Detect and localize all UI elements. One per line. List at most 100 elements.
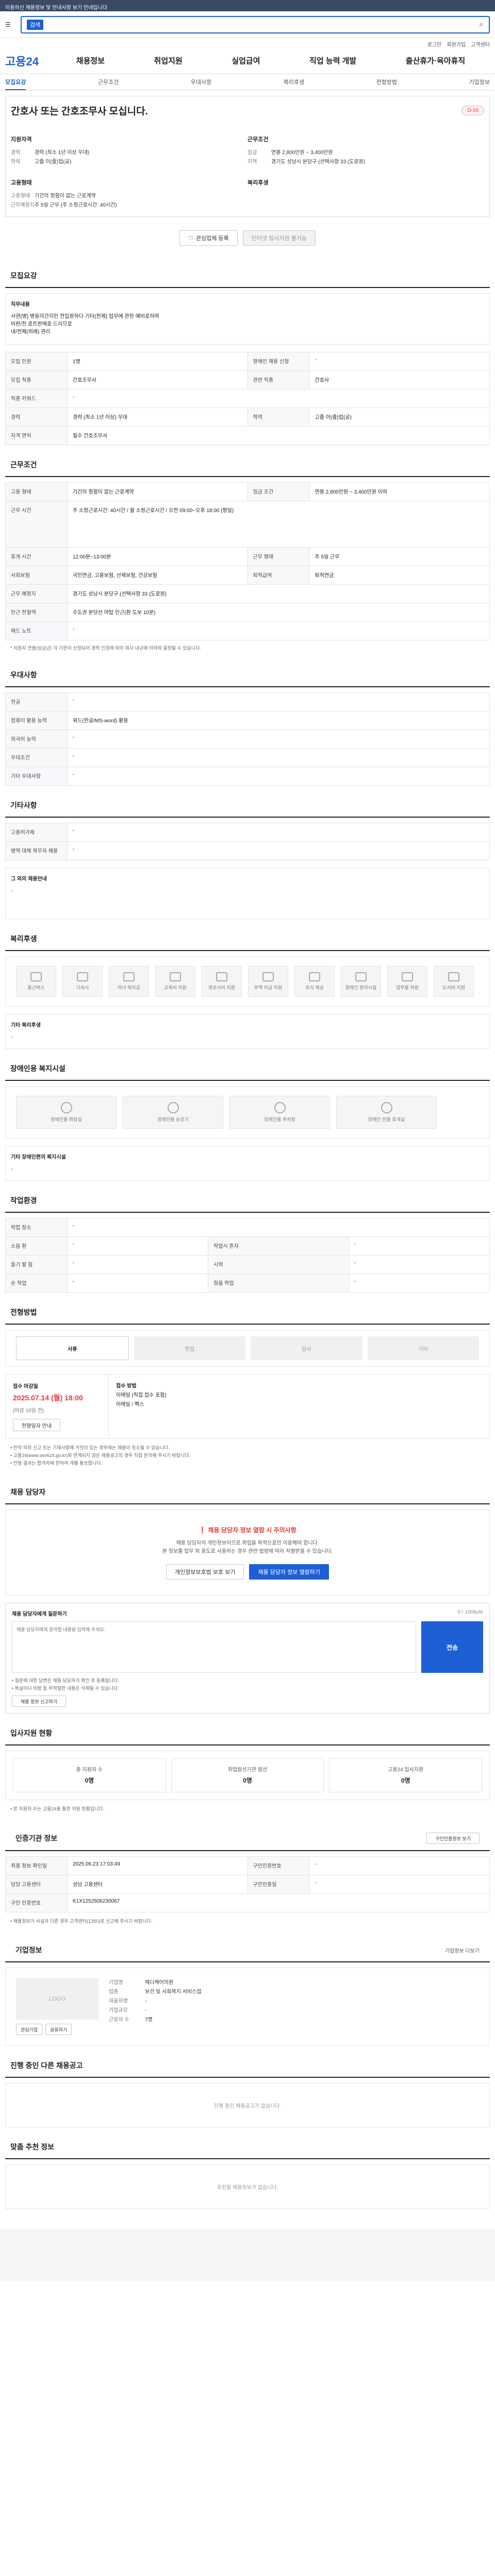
recruit-desc-line: 내/전체(외래) 관리 <box>11 329 51 335</box>
table-row: 외국어 능력 - <box>5 730 490 749</box>
disabled-item: 장애인 전용 휴게실 <box>336 1096 437 1129</box>
step-interview: 면접 <box>134 1336 245 1360</box>
table-key: 병역 대체 복무자 채용 <box>5 841 68 860</box>
menu-item-training[interactable]: 직업 능력 개발 <box>309 55 356 66</box>
prefer-table: 전공 - 컴퓨터 활용 능력 워드(한글/MS-word) 활용 외국어 능력 - 우… <box>5 692 490 786</box>
table-key: 담당 고용센터 <box>5 1875 68 1894</box>
stats-row: 총 지원자 수 0명 취업알선기관 알선 0명 고용24 입사지원 0명 <box>5 1751 490 1800</box>
menu-item-leave[interactable]: 출산휴가·육아휴직 <box>406 55 465 66</box>
table-value: - <box>349 1255 490 1274</box>
table-row: 에드 노트 - <box>5 621 490 640</box>
inquiry-notes: • 질문에 대한 답변은 채용 담당자가 확인 후 등록됩니다. • 욕설이나 … <box>12 1673 483 1707</box>
welfare-item: 주택 자금 지원 <box>248 966 288 997</box>
welfare-item: 도서비 지원 <box>434 966 474 997</box>
table-key: 퇴직급여 <box>247 566 310 585</box>
tab-company[interactable]: 기업정보 <box>469 78 489 86</box>
inquiry-label: 채용 담당자에게 질문하기 <box>12 1612 67 1617</box>
stat-value: 0명 <box>243 1777 252 1784</box>
summary-value: 주 5일 근무 (주 소정근로시간: 40시간) <box>35 202 117 208</box>
work-title: 근무조건 <box>5 445 490 477</box>
company-interest-button[interactable]: 관심기업 <box>16 2024 43 2035</box>
table-value: - <box>309 352 490 371</box>
warn-title: 채용 담당자 정보 열람 시 주의사항 <box>208 1527 296 1534</box>
company-share-button[interactable]: 공유하기 <box>45 2024 72 2035</box>
tab-recruit[interactable]: 모집요강 <box>5 78 26 90</box>
table-value: 워드(한글/MS-word) 활용 <box>67 711 490 730</box>
company-key: 근로자 수 <box>109 2017 129 2023</box>
table-key: 경력 <box>5 408 68 427</box>
table-key: 사회보험 <box>5 566 68 585</box>
util-help[interactable]: 고객센터 <box>471 40 490 48</box>
table-value: - <box>67 692 490 711</box>
info-header: 인증기관 정보 구인인증정보 보기 <box>5 1818 490 1851</box>
table-key: 근무 시간 <box>5 501 68 548</box>
tab-prefer[interactable]: 우대사항 <box>191 78 211 86</box>
info-button[interactable]: 구인인증정보 보기 <box>426 1833 480 1844</box>
table-value: - <box>67 1274 208 1293</box>
prefer-title: 우대사항 <box>5 655 490 687</box>
table-key: 임금 조건 <box>247 482 310 501</box>
more-jobs-empty: 진행 중인 채용공고가 없습니다. <box>5 2083 490 2127</box>
welfare-label: 교육비 지원 <box>164 985 187 990</box>
table-value: 12:00분~13:00분 <box>67 547 248 566</box>
dday-badge: D-16 <box>461 106 484 115</box>
table-row: 구인 인증번호 K1X1252506230067 <box>5 1893 490 1912</box>
table-row: 전공 - <box>5 692 490 711</box>
view-manager-button[interactable]: 채용 담당자 정보 열람하기 <box>249 1564 329 1580</box>
page: 이용하신 채용정보 및 안내사항 보기 안내입니다 ☰ 검색 ⌕ 로그인 회원가… <box>0 0 495 2281</box>
report-button[interactable]: 채용 정보 신고하기 <box>12 1696 67 1707</box>
tab-welfare[interactable]: 복리후생 <box>284 78 304 86</box>
stat-label: 취업알선기관 알선 <box>227 1767 268 1773</box>
util-join[interactable]: 회원가입 <box>447 40 466 48</box>
inquiry-send-button[interactable]: 전송 <box>421 1621 483 1673</box>
apply-button[interactable]: 인터넷 입사지원 불가능 <box>242 230 316 246</box>
company-more-link[interactable]: 기업정보 더보기 <box>445 1946 480 1954</box>
etc-desc-text: - <box>11 888 13 894</box>
period-remain: (마감 16일 전) <box>13 1408 44 1414</box>
company-value: 메디케어의원 <box>145 1980 174 1986</box>
table-row: 직종 키워드 - <box>5 389 490 408</box>
tab-process[interactable]: 전형방법 <box>376 78 397 86</box>
welfare-item: 장애인 편의시설 <box>341 966 381 997</box>
welfare-label: 도서비 지원 <box>442 985 465 990</box>
place-title: 작업환경 <box>5 1181 490 1213</box>
util-login[interactable]: 로그인 <box>427 40 442 48</box>
search-icon[interactable]: ⌕ <box>474 20 489 29</box>
recruit-title: 모집요강 <box>5 256 490 288</box>
table-value: 2025.06.23 17:03:49 <box>67 1856 248 1875</box>
work-table: 고용 형태 기간의 정함이 없는 근로계약 임금 조건 연봉 2,800만원 ~ 3,… <box>5 482 490 640</box>
schedule-button[interactable]: 전형일자 안내 <box>13 1419 60 1431</box>
manager-warn: ❗ 채용 담당자 정보 열람 시 주의사항 채용 담당자의 개인정보이므로 취업… <box>5 1510 490 1596</box>
child-icon <box>123 972 135 981</box>
company-logo: LOGO <box>16 1978 98 2020</box>
elevator-icon <box>167 1102 179 1113</box>
table-key: 모집 직종 <box>5 370 68 389</box>
search-input[interactable] <box>47 21 474 28</box>
menu-item-benefit[interactable]: 실업급여 <box>232 55 260 66</box>
menu-item-support[interactable]: 취업지원 <box>154 55 183 66</box>
tab-work[interactable]: 근무조건 <box>98 78 119 86</box>
privacy-button[interactable]: 개인정보보호법 보호 보기 <box>166 1564 244 1580</box>
inquiry-textarea[interactable] <box>12 1621 416 1673</box>
table-row: 기타 우대사항 - <box>5 767 490 786</box>
money-icon <box>262 972 274 981</box>
table-value: 필수 간호조무사 <box>67 426 490 445</box>
search-tag: 검색 <box>27 19 44 30</box>
table-row: 근무 시간 주 소정근로시간: 40시간 / 월 소정근로시간 / 오전 09:0… <box>5 501 490 548</box>
disabled-label: 장애인용 화장실 <box>51 1117 82 1122</box>
menu-icon[interactable]: ☰ <box>5 21 21 28</box>
company-value: - <box>145 1998 147 2004</box>
table-value: 기간의 정함이 없는 근로계약 <box>67 482 248 501</box>
disabled-desc-text: - <box>11 1166 13 1172</box>
welfare-item: 경조사비 지원 <box>202 966 242 997</box>
interest-button[interactable]: ♡ 관심업체 등록 <box>179 230 238 246</box>
stat-label: 총 지원자 수 <box>76 1767 103 1773</box>
menu-item-jobs[interactable]: 채용정보 <box>76 55 105 66</box>
table-key: 들기 팔 힘 <box>5 1255 68 1274</box>
recruit-table: 모집 인원 1명 장애인 채용 신청 - 모집 직종 간호조무사 관련 직종 간호사 직종 … <box>5 352 490 445</box>
table-value: 간호사 <box>309 370 490 389</box>
method-label: 접수 방법 <box>116 1383 137 1389</box>
summary-key: 근무예정지 <box>11 202 35 208</box>
house-icon <box>77 972 88 981</box>
brand-logo[interactable]: 고용24 <box>5 53 52 69</box>
